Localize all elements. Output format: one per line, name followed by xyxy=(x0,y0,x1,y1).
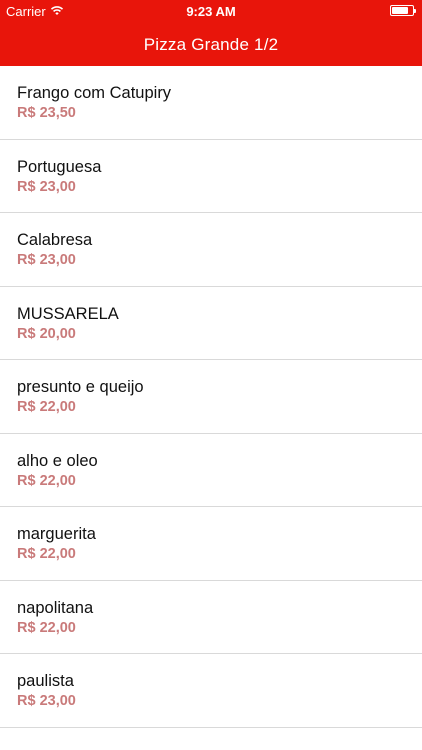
navigation-bar: Pizza Grande 1/2 xyxy=(0,24,422,66)
battery-fill xyxy=(392,7,408,14)
item-price: R$ 23,00 xyxy=(17,178,76,195)
header: Carrier 9:23 AM Pizza Grande 1/2 xyxy=(0,0,422,66)
list-item[interactable]: marguerita R$ 22,00 xyxy=(0,507,422,581)
list-item[interactable]: Calabresa R$ 23,00 xyxy=(0,213,422,287)
list-item[interactable]: paulista R$ 23,00 xyxy=(0,654,422,728)
list-item[interactable]: presunto e queijo R$ 22,00 xyxy=(0,360,422,434)
status-bar: Carrier 9:23 AM xyxy=(0,0,422,24)
item-name: alho e oleo xyxy=(17,451,98,470)
list-item[interactable]: napolitana R$ 22,00 xyxy=(0,581,422,654)
item-name: napolitana xyxy=(17,598,94,617)
item-price: R$ 22,00 xyxy=(17,472,76,489)
item-name: marguerita xyxy=(17,525,96,543)
item-price: R$ 23,50 xyxy=(17,105,76,121)
item-name: presunto e queijo xyxy=(17,378,144,396)
status-time: 9:23 AM xyxy=(186,4,236,19)
page-title: Pizza Grande 1/2 xyxy=(143,35,279,54)
item-price: R$ 22,00 xyxy=(17,619,76,636)
list-item[interactable]: alho e oleo R$ 22,00 xyxy=(0,434,422,507)
item-price: R$ 22,00 xyxy=(17,546,76,562)
list-item[interactable]: Frango com Catupiry R$ 23,50 xyxy=(0,66,422,140)
item-name: Portuguesa xyxy=(17,157,102,176)
list-item[interactable]: MUSSARELA R$ 20,00 xyxy=(0,287,422,360)
item-price: R$ 23,00 xyxy=(17,693,76,709)
item-name: MUSSARELA xyxy=(17,304,119,323)
item-name: Calabresa xyxy=(17,231,93,249)
list-item[interactable]: Portuguesa R$ 23,00 xyxy=(0,140,422,213)
item-price: R$ 20,00 xyxy=(17,325,76,342)
item-name: Frango com Catupiry xyxy=(17,84,172,102)
item-price: R$ 22,00 xyxy=(17,399,76,415)
item-price: R$ 23,00 xyxy=(17,252,76,268)
menu-list: Frango com Catupiry R$ 23,50 Portuguesa R$ … xyxy=(0,66,422,728)
item-name: paulista xyxy=(17,672,74,690)
battery-icon xyxy=(390,5,416,16)
